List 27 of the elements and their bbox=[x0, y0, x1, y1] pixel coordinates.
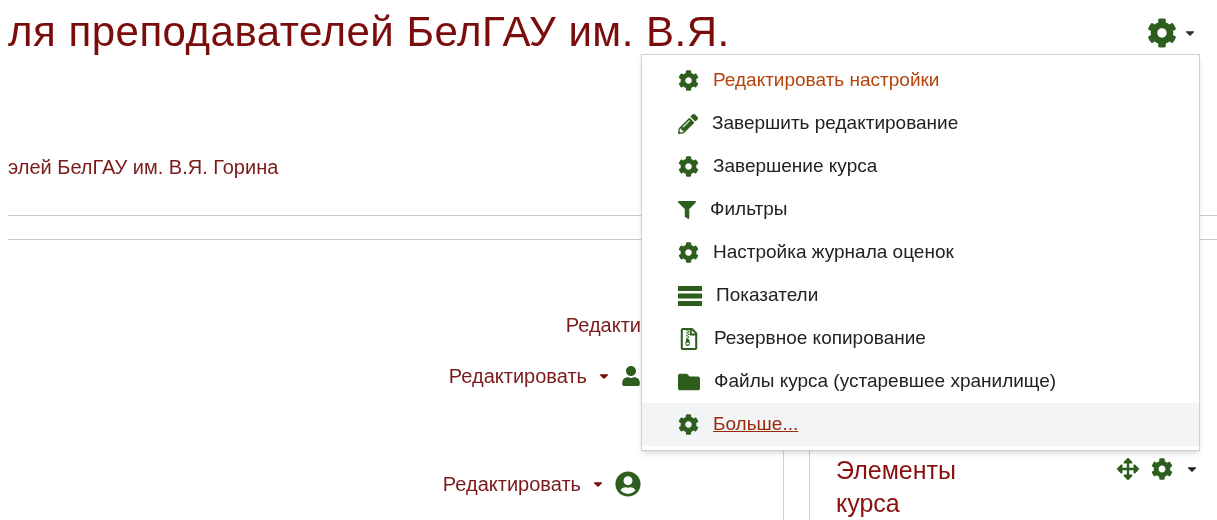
settings-menu-button[interactable] bbox=[1147, 18, 1197, 48]
settings-icon bbox=[678, 414, 699, 435]
block-title: Элементы курса bbox=[836, 455, 957, 519]
user-icon bbox=[621, 366, 641, 386]
menu-item[interactable]: Файлы курса (устаревшее хранилище) bbox=[642, 360, 1199, 403]
breadcrumb-text[interactable]: элей БелГАУ им. В.Я. Горина bbox=[8, 156, 279, 178]
pencil-icon bbox=[678, 113, 698, 134]
list-icon bbox=[678, 285, 702, 306]
menu-item[interactable]: Фильтры bbox=[642, 188, 1199, 231]
menu-item[interactable]: Завершение курса bbox=[642, 145, 1199, 188]
menu-item[interactable]: Резервное копирование bbox=[642, 317, 1199, 360]
page-title: ля преподавателей БелГАУ им. В.Я. bbox=[7, 7, 730, 57]
menu-item[interactable]: Показатели bbox=[642, 274, 1199, 317]
settings-icon bbox=[678, 156, 699, 177]
settings-icon bbox=[678, 242, 699, 263]
settings-icon bbox=[678, 70, 699, 91]
filter-icon bbox=[678, 200, 696, 219]
edit-link[interactable]: Редакти bbox=[565, 310, 641, 340]
menu-item[interactable]: Больше... bbox=[642, 403, 1199, 446]
edit-link[interactable]: Редактировать bbox=[448, 361, 587, 391]
settings-icon[interactable] bbox=[1151, 458, 1173, 480]
menu-item[interactable]: Редактировать настройки bbox=[642, 59, 1199, 102]
archive-file-icon bbox=[678, 327, 700, 350]
move-icon[interactable] bbox=[1117, 458, 1139, 480]
menu-item[interactable]: Завершить редактирование bbox=[642, 102, 1199, 145]
edit-link[interactable]: Редактировать bbox=[442, 469, 581, 499]
menu-item[interactable]: Настройка журнала оценок bbox=[642, 231, 1199, 274]
